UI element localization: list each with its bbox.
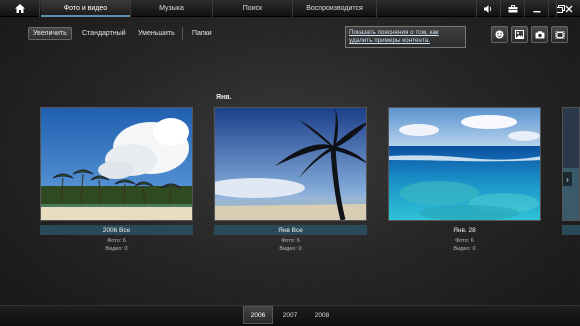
tile-counts: Фото: 6 Видео: 0: [214, 238, 367, 253]
smiley-icon: [495, 30, 504, 39]
volume-button[interactable]: [476, 0, 500, 17]
standard-view-button[interactable]: Стандартный: [78, 27, 130, 40]
month-group-heading: Янв.: [216, 94, 232, 101]
palm-tree-photo: [215, 108, 366, 220]
toolbar-divider: [182, 27, 183, 40]
video-count: Видео: 0: [105, 245, 128, 252]
tile-counts: Фото: 6 Видео: 0: [40, 238, 193, 253]
minimize-button[interactable]: [524, 0, 548, 17]
filmstrip-icon: [555, 31, 564, 38]
tab-search[interactable]: Поиск: [213, 0, 293, 17]
year-2008[interactable]: 2008: [307, 306, 337, 324]
close-icon: [565, 5, 572, 12]
photo-tile-2006-all[interactable]: [40, 107, 193, 221]
home-button[interactable]: [0, 0, 40, 17]
folders-button[interactable]: Папки: [188, 27, 216, 40]
photo-tile-partial[interactable]: [562, 107, 580, 221]
camera-icon: [535, 30, 544, 38]
tile-caption-jan-28[interactable]: Янв. 28: [388, 225, 541, 235]
year-2007[interactable]: 2007: [275, 306, 305, 324]
tile-caption-partial: [562, 225, 580, 235]
camera-filter-button[interactable]: [531, 26, 548, 43]
tab-music[interactable]: Музыка: [131, 0, 213, 17]
ocean-reef-photo: [389, 108, 540, 220]
toolbox-icon: [508, 4, 517, 12]
home-icon: [14, 4, 25, 13]
close-button[interactable]: [556, 0, 580, 17]
photo-count: Фото: 6: [455, 238, 474, 244]
year-2006[interactable]: 2006: [243, 306, 273, 324]
photo-tile-jan-all[interactable]: [214, 107, 367, 221]
toolbox-button[interactable]: [500, 0, 524, 17]
remove-samples-hint-link[interactable]: Показать пояснения о том, как удалить пр…: [345, 26, 466, 48]
beach-palms-photo: [41, 108, 192, 220]
top-nav-bar: Фото и видео Музыка Поиск Воспроизводитс…: [0, 0, 580, 17]
video-count: Видео: 0: [453, 245, 476, 252]
zoom-in-button[interactable]: Увеличить: [28, 27, 72, 40]
video-filter-button[interactable]: [551, 26, 568, 43]
photo-count: Фото: 6: [107, 238, 126, 244]
zoom-out-button[interactable]: Уменьшить: [134, 27, 179, 40]
photo-tile-jan-28[interactable]: [388, 107, 541, 221]
people-filter-button[interactable]: [491, 26, 508, 43]
tab-now-playing[interactable]: Воспроизводится: [293, 0, 377, 17]
tile-caption-jan-all[interactable]: Янв Все: [214, 225, 367, 235]
volume-icon: [484, 4, 492, 13]
scroll-right-arrow[interactable]: ›: [563, 172, 572, 186]
video-count: Видео: 0: [279, 245, 302, 252]
tile-counts: Фото: 6 Видео: 0: [388, 238, 541, 253]
picture-icon: [515, 30, 524, 39]
pictures-filter-button[interactable]: [511, 26, 528, 43]
tile-caption-2006-all[interactable]: 2006 Все: [40, 225, 193, 235]
tab-photos-videos[interactable]: Фото и видео: [41, 0, 131, 17]
minimize-icon: [533, 10, 540, 12]
photo-count: Фото: 6: [281, 238, 300, 244]
